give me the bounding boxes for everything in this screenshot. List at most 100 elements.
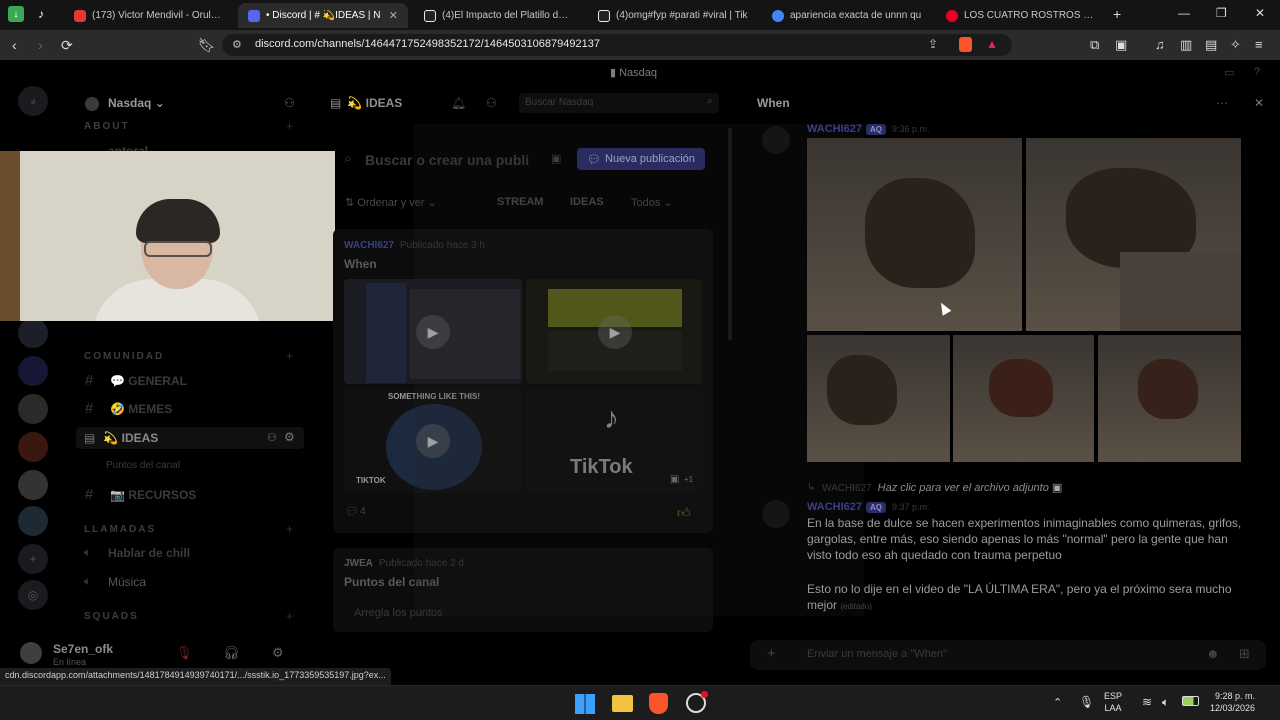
attachment-image[interactable]: [1098, 335, 1241, 462]
close-icon[interactable]: ✕: [389, 9, 398, 22]
section-comunidad[interactable]: COMUNIDAD: [84, 351, 164, 362]
attachment-image[interactable]: [953, 335, 1094, 462]
channel-recursos[interactable]: 📷 RECURSOS: [110, 488, 196, 502]
forum-icon: ▤: [84, 431, 96, 445]
server-name[interactable]: Nasdaq ⌄: [108, 96, 165, 110]
forward-icon[interactable]: ›: [38, 37, 43, 53]
tab-discord[interactable]: • Discord | # 💫IDEAS | N ✕: [238, 3, 408, 28]
message-text: Esto no lo dije en el video de "LA ÚLTIM…: [807, 581, 1247, 615]
windows-start-icon[interactable]: [575, 694, 595, 714]
avatar[interactable]: [762, 126, 790, 154]
file-explorer-icon[interactable]: [612, 695, 633, 712]
url-text[interactable]: discord.com/channels/1464471752498352172…: [255, 38, 600, 50]
media-icon[interactable]: ♫: [1155, 37, 1165, 52]
leo-icon[interactable]: ✧: [1230, 37, 1241, 53]
channel-hablar[interactable]: Hablar de chill: [108, 546, 190, 560]
brave-shields-icon[interactable]: [959, 37, 972, 52]
attachment-image[interactable]: [1026, 138, 1241, 331]
attachment-image[interactable]: [807, 138, 1022, 331]
wallet2-icon[interactable]: ▤: [1205, 37, 1217, 53]
discord-home-icon[interactable]: ◕: [18, 86, 48, 116]
members-icon[interactable]: ⚇: [486, 96, 497, 110]
new-tab-button[interactable]: +: [1113, 6, 1121, 22]
channel-ideas[interactable]: ▤ 💫 IDEAS ⚇ ⚙: [76, 427, 304, 449]
channel-general[interactable]: 💬 GENERAL: [110, 374, 187, 388]
message-author[interactable]: WACHI627 AQ 9:37 p.m.: [807, 501, 930, 513]
server-icon[interactable]: [18, 506, 48, 536]
tab-pinterest[interactable]: LOS CUATRO ROSTROS DE LO: [936, 3, 1106, 28]
tab-tiktok-2[interactable]: (4)omg#fyp #parati #viral | Tik: [588, 3, 758, 28]
back-icon[interactable]: ‹: [12, 37, 17, 53]
role-tag: AQ: [866, 124, 887, 135]
apps-icon[interactable]: ⊞: [1239, 646, 1250, 662]
section-squads[interactable]: SQUADS: [84, 611, 139, 622]
tiktok-tab-icon[interactable]: ♪: [38, 7, 44, 21]
microphone-icon[interactable]: 🎙︎: [1079, 695, 1094, 709]
avatar[interactable]: [762, 500, 790, 528]
add-server-icon[interactable]: +: [18, 544, 48, 574]
server-icon[interactable]: [18, 356, 48, 386]
section-about[interactable]: ABOUT: [84, 121, 130, 132]
brave-icon[interactable]: [649, 693, 668, 714]
battery-icon[interactable]: [1182, 696, 1199, 706]
avatar[interactable]: [20, 642, 42, 664]
reply-preview[interactable]: WACHI627 Haz clic para ver el archivo adj…: [822, 481, 1062, 494]
add-channel-icon[interactable]: +: [286, 609, 293, 623]
minimize-button[interactable]: —: [1178, 6, 1190, 20]
maximize-button[interactable]: ❐: [1216, 6, 1227, 20]
server-icon[interactable]: [18, 394, 48, 424]
extensions-icon[interactable]: ⧉: [1090, 37, 1099, 53]
add-member-icon[interactable]: ⚇: [284, 96, 295, 110]
help-icon[interactable]: ?: [1254, 66, 1260, 78]
reload-icon[interactable]: ⟳: [61, 37, 73, 54]
bell-icon[interactable]: 🔔︎: [451, 96, 466, 110]
attachment-image[interactable]: [807, 335, 950, 462]
mic-muted-icon[interactable]: 🎙︎: [176, 645, 193, 661]
explore-icon[interactable]: ◎: [18, 580, 48, 610]
brave-rewards-icon[interactable]: ▲: [986, 37, 998, 51]
scrollbar[interactable]: [728, 128, 732, 340]
channel-memes[interactable]: 🤣 MEMES: [110, 402, 172, 416]
emoji-icon[interactable]: ☻: [1206, 646, 1220, 661]
inbox-icon[interactable]: ▭: [1224, 66, 1234, 79]
server-search[interactable]: Buscar Nasdaq ⌕: [519, 93, 719, 113]
server-icon[interactable]: [18, 318, 48, 348]
tab-tiktok-1[interactable]: (4)El Impacto del Platillo de Re: [414, 3, 582, 28]
tab-youtube[interactable]: (173) Victor Mendivil - Orula (: [64, 3, 232, 28]
bookmark-icon[interactable]: 🔖︎: [198, 37, 216, 54]
close-window-button[interactable]: ✕: [1255, 6, 1265, 20]
menu-icon[interactable]: ≡: [1255, 37, 1263, 52]
download-icon[interactable]: ↓: [8, 6, 24, 22]
add-channel-icon[interactable]: +: [286, 522, 293, 536]
user-name[interactable]: Se7en_ofk: [53, 642, 113, 656]
sidebar-icon[interactable]: ▥: [1180, 37, 1192, 53]
more-icon[interactable]: ⋯: [1216, 96, 1228, 110]
tab-google[interactable]: apariencia exacta de unnn qu: [762, 3, 932, 28]
channel-musica[interactable]: Música: [108, 575, 146, 589]
wifi-icon[interactable]: ≋: [1142, 695, 1152, 709]
gear-icon[interactable]: ⚙: [272, 645, 284, 661]
site-info-icon[interactable]: ⚙: [232, 38, 242, 51]
headphones-icon[interactable]: 🎧︎: [223, 645, 240, 661]
server-icon[interactable]: [18, 432, 48, 462]
message-author[interactable]: WACHI627 AQ 9:36 p.m.: [807, 123, 930, 135]
add-channel-icon[interactable]: +: [286, 119, 293, 133]
close-icon[interactable]: ✕: [1254, 96, 1264, 110]
address-bar[interactable]: ⚙ discord.com/channels/14644717524983521…: [222, 34, 1012, 56]
channel-ideas-sub[interactable]: Puntos del canal: [106, 460, 180, 471]
section-llamadas[interactable]: LLAMADAS: [84, 524, 156, 535]
clock[interactable]: 9:28 p. m. 12/03/2026: [1210, 690, 1255, 714]
wallet-icon[interactable]: ▣: [1115, 37, 1127, 53]
message-composer[interactable]: + Enviar un mensaje a "When" ☻ ⊞: [750, 640, 1266, 670]
server-name-text: Nasdaq: [108, 96, 152, 110]
post-title[interactable]: When: [344, 257, 377, 271]
language-indicator[interactable]: ESP LAA: [1104, 690, 1122, 714]
server-icon[interactable]: [18, 470, 48, 500]
invite-icon[interactable]: ⚇: [267, 431, 277, 444]
chevron-up-icon[interactable]: ⌃: [1053, 696, 1062, 709]
share-icon[interactable]: ⇪: [928, 37, 938, 51]
add-channel-icon[interactable]: +: [286, 349, 293, 363]
gear-icon[interactable]: ⚙: [284, 430, 295, 444]
volume-icon[interactable]: 🔈︎: [1162, 695, 1169, 710]
add-attachment-icon[interactable]: +: [767, 645, 776, 662]
